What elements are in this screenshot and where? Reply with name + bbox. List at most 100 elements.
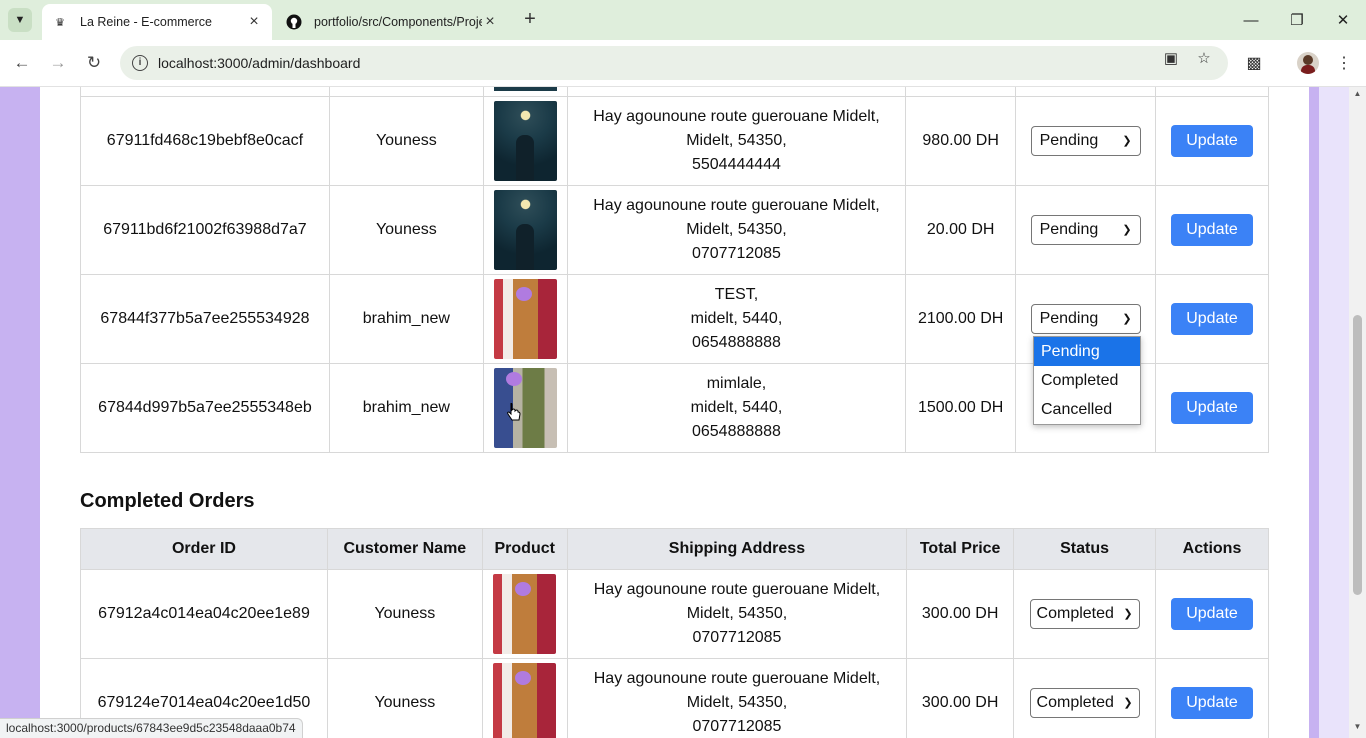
update-button[interactable]: Update [1171,125,1253,157]
reload-icon[interactable]: ↻ [81,50,107,76]
address-line: Hay agounoune route guerouane Midelt, [593,108,880,125]
table-cell [1155,87,1269,97]
column-header: Shipping Address [566,528,908,570]
minimize-icon[interactable]: — [1228,0,1274,40]
status-cell: Pending ❯ [1015,185,1157,275]
column-header: Status [1013,528,1157,570]
table-cell [905,87,1017,97]
status-select[interactable]: Completed ❯ [1029,688,1140,718]
update-button[interactable]: Update [1171,687,1253,719]
completed-orders-table: Order ID Customer Name Product Shipping … [80,528,1269,738]
address-line: TEST, [714,286,759,303]
column-header: Total Price [906,528,1015,570]
product-image[interactable] [493,368,557,448]
address-line: Hay agounoune route guerouane Midelt, [593,581,881,598]
chevron-down-icon: ❯ [1122,224,1132,236]
customer-name: Youness [326,569,483,659]
status-select-open[interactable]: Pending ❯ [1030,304,1141,334]
install-app-icon[interactable]: ▣ [1161,48,1181,68]
address-bar[interactable]: i localhost:3000/admin/dashboard [120,46,1228,80]
customer-name: brahim_new [328,363,484,453]
order-id: 67844d997b5a7ee2555348eb [80,363,330,453]
shipping-address: TEST, midelt, 5440, 0654888888 [566,274,907,364]
status-cell: Completed ❯ [1013,569,1157,659]
address-line: mimlale, [706,375,767,392]
status-value: Completed [1036,605,1114,622]
actions-cell: Update [1155,569,1269,659]
address-line: Midelt, 54350, [686,132,787,149]
tab-title: La Reine - E-commerce [80,15,212,29]
status-value: Pending [1039,310,1099,327]
product-image[interactable] [493,663,557,738]
status-value: Completed [1036,694,1114,711]
actions-cell: Update [1155,658,1269,738]
status-select[interactable]: Completed ❯ [1029,599,1140,629]
order-id: 67911bd6f21002f63988d7a7 [80,185,330,275]
address-line: Hay agounoune route guerouane Midelt, [593,670,881,687]
update-button[interactable]: Update [1171,214,1253,246]
completed-orders-heading: Completed Orders [80,490,255,512]
address-line: midelt, 5440, [690,310,783,327]
update-button[interactable]: Update [1171,303,1253,335]
product-image[interactable] [493,101,557,181]
order-id: 67844f377b5a7ee255534928 [80,274,330,364]
address-line: 5504444444 [691,156,781,173]
actions-cell: Update [1155,185,1269,275]
tab-github[interactable]: portfolio/src/Components/Proje × [276,4,508,40]
shipping-address: mimlale, midelt, 5440, 0654888888 [566,363,907,453]
url-text: localhost:3000/admin/dashboard [158,55,361,71]
total-price: 1500.00 DH [905,363,1017,453]
chevron-down-icon: ❯ [1122,135,1132,147]
customer-name: Youness [328,96,484,186]
address-line: 0707712085 [692,629,782,646]
close-tab-icon[interactable]: × [482,13,498,31]
table-cell [1015,87,1157,97]
scroll-up-icon[interactable]: ▲ [1349,89,1366,103]
close-tab-icon[interactable]: × [246,13,262,31]
forward-icon[interactable]: → [45,50,71,76]
column-header: Product [481,528,568,570]
shipping-address: Hay agounoune route guerouane Midelt, Mi… [566,569,908,659]
product-image[interactable] [493,279,557,359]
update-button[interactable]: Update [1171,392,1253,424]
actions-cell: Update [1155,363,1269,453]
shipping-address: Hay agounoune route guerouane Midelt, Mi… [566,658,908,738]
dropdown-option-completed[interactable]: Completed [1034,366,1140,395]
menu-icon[interactable]: ⋮ [1331,50,1357,76]
update-button[interactable]: Update [1171,598,1253,630]
restore-icon[interactable]: ❐ [1274,0,1320,40]
scrollbar-thumb[interactable] [1353,315,1362,595]
column-header: Customer Name [326,528,483,570]
browser-tab-bar: ▼ ♛ La Reine - E-commerce × portfolio/sr… [0,0,1366,40]
window-close-icon[interactable]: ✕ [1320,0,1366,40]
scroll-down-icon[interactable]: ▼ [1349,722,1366,736]
back-icon[interactable]: ← [9,50,35,76]
address-line: Hay agounoune route guerouane Midelt, [593,197,880,214]
address-line: Midelt, 54350, [686,694,788,711]
new-tab-icon[interactable]: + [518,8,542,32]
page-side-strip [1319,87,1349,738]
customer-name: Youness [326,658,483,738]
tab-la-reine[interactable]: ♛ La Reine - E-commerce × [42,4,272,40]
status-select[interactable]: Pending ❯ [1030,215,1141,245]
page-scrollbar[interactable]: ▲ ▼ [1349,87,1366,738]
product-cell [481,569,568,659]
status-select[interactable]: Pending ❯ [1030,126,1141,156]
product-image[interactable] [493,190,557,270]
github-favicon-icon [286,14,302,30]
customer-name: Youness [328,185,484,275]
shipping-address: Hay agounoune route guerouane Midelt, Mi… [566,96,907,186]
table-cell [566,87,907,97]
total-price: 20.00 DH [905,185,1017,275]
link-status-bar: localhost:3000/products/67843ee9d5c23548… [0,718,303,738]
dropdown-option-pending[interactable]: Pending [1034,337,1140,366]
site-info-icon[interactable]: i [132,55,148,71]
product-image [493,87,557,91]
product-image[interactable] [493,574,557,654]
extensions-icon[interactable]: ▩ [1241,50,1267,76]
dropdown-option-cancelled[interactable]: Cancelled [1034,395,1140,424]
bookmark-star-icon[interactable]: ☆ [1194,48,1214,68]
column-header: Actions [1155,528,1269,570]
profile-avatar[interactable] [1297,52,1319,74]
tab-search-icon[interactable]: ▼ [8,8,32,32]
